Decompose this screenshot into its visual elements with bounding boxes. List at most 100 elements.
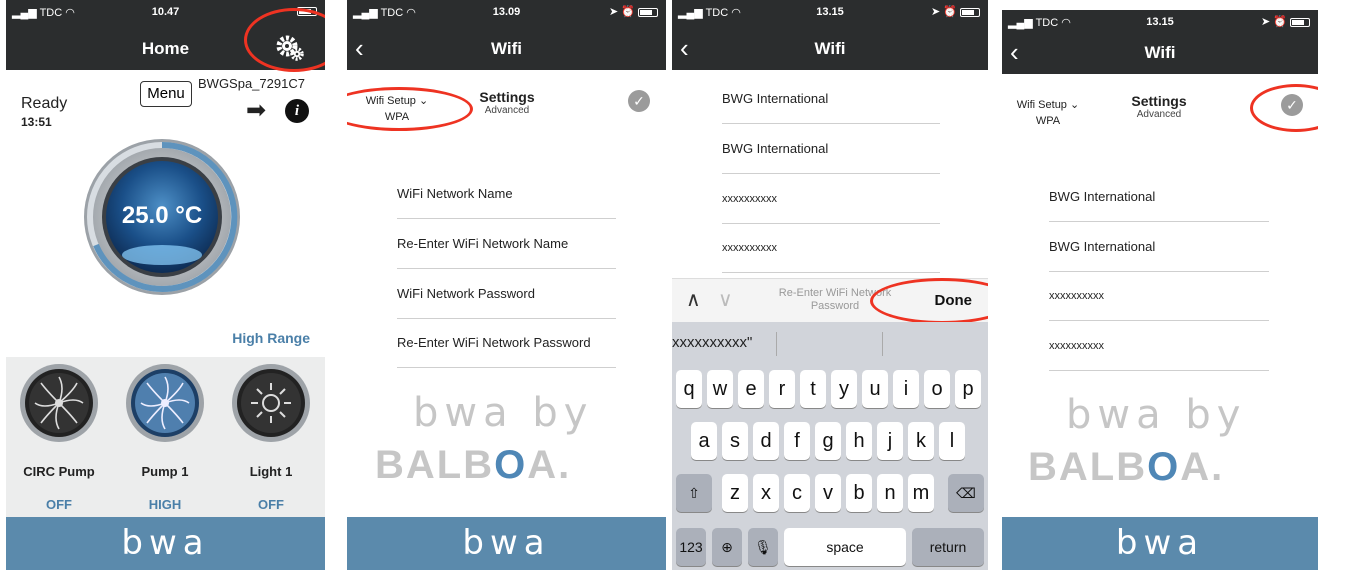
key-x[interactable]: x xyxy=(753,474,779,512)
temperature-dial[interactable]: 25.0 °C xyxy=(82,137,242,297)
location-icon: ➤ xyxy=(1261,16,1271,28)
pump-icon[interactable] xyxy=(19,363,99,443)
suggestion-item[interactable]: xxxxxxxxxx" xyxy=(672,334,752,351)
control-label: Light 1 xyxy=(249,464,293,479)
key-d[interactable]: d xyxy=(753,422,779,460)
wifi-screen-filled: ▂▄▆ TDC ◠ 13.15 ➤ ⏰ ‹ Wifi Wifi Setup ⌄ … xyxy=(1002,0,1318,570)
wifi-setup-highlight xyxy=(347,87,473,131)
control-state: HIGH xyxy=(148,497,182,512)
wifi-password-confirm-field[interactable]: xxxxxxxxxx xyxy=(1049,321,1269,371)
device-name: BWGSpa_7291C7 xyxy=(198,76,305,91)
battery-icon xyxy=(960,7,980,17)
key-z[interactable]: z xyxy=(722,474,748,512)
key-r[interactable]: r xyxy=(769,370,795,408)
key-f[interactable]: f xyxy=(784,422,810,460)
pump-icon[interactable] xyxy=(125,363,205,443)
control-light-1[interactable]: Light 1 OFF xyxy=(221,363,321,512)
check-highlight xyxy=(1250,84,1318,132)
nav-bar: ‹ Wifi xyxy=(1002,34,1318,74)
return-key[interactable]: return xyxy=(912,528,984,566)
bwa-logo: bwa xyxy=(347,517,666,570)
key-k[interactable]: k xyxy=(908,422,934,460)
wifi-screen-keyboard: ▂▄▆ TDC ◠ 13.15 ➤ ⏰ ‹ Wifi BWG Internati… xyxy=(672,0,988,570)
bwa-logo: bwa xyxy=(6,517,325,570)
key-n[interactable]: n xyxy=(877,474,903,512)
microphone-icon[interactable]: 🎙 xyxy=(748,528,778,566)
nav-bar: ‹ Wifi xyxy=(672,30,988,70)
chevron-down-icon[interactable]: ∨ xyxy=(718,287,733,312)
alarm-icon: ⏰ xyxy=(621,6,635,18)
key-m[interactable]: m xyxy=(908,474,934,512)
shift-key-icon[interactable]: ⇧ xyxy=(676,474,712,512)
balboa-logo: BALBOA. xyxy=(1028,445,1225,489)
clock-time: 13:51 xyxy=(21,115,52,129)
alarm-icon: ⏰ xyxy=(943,6,957,18)
key-c[interactable]: c xyxy=(784,474,810,512)
range-label[interactable]: High Range xyxy=(232,330,310,346)
wifi-name-field[interactable]: BWG International xyxy=(722,74,940,124)
key-w[interactable]: w xyxy=(707,370,733,408)
location-icon: ➤ xyxy=(609,6,619,18)
location-icon: ➤ xyxy=(931,6,941,18)
alarm-icon: ⏰ xyxy=(1273,16,1287,28)
page-title: Wifi xyxy=(1144,43,1176,62)
key-s[interactable]: s xyxy=(722,422,748,460)
key-j[interactable]: j xyxy=(877,422,903,460)
light-icon[interactable] xyxy=(231,363,311,443)
menu-button[interactable]: Menu xyxy=(140,81,192,107)
wifi-name-confirm-field[interactable]: Re-Enter WiFi Network Name xyxy=(397,219,616,269)
control-circ-pump[interactable]: CIRC Pump OFF xyxy=(9,363,109,512)
wifi-password-confirm-field[interactable]: Re-Enter WiFi Network Password xyxy=(397,318,616,368)
control-pump-1[interactable]: Pump 1 HIGH xyxy=(115,363,215,512)
control-label: Pump 1 xyxy=(141,464,189,479)
wifi-screen-empty: ▂▄▆ TDC ◠ 13.09 ➤ ⏰ ‹ Wifi Wifi Setup ⌄ … xyxy=(347,0,666,570)
numbers-key[interactable]: 123 xyxy=(676,528,706,566)
wifi-password-field[interactable]: xxxxxxxxxx xyxy=(1049,271,1269,321)
info-icon[interactable]: i xyxy=(285,99,309,123)
key-e[interactable]: e xyxy=(738,370,764,408)
home-screen: ▂▄▆ TDC ◠ 10.47 Home Ready 13:51 Menu BW… xyxy=(6,0,325,570)
page-title: Wifi xyxy=(490,39,522,58)
wifi-password-field[interactable]: WiFi Network Password xyxy=(397,269,616,319)
globe-icon[interactable]: ⊕ xyxy=(712,528,742,566)
balboa-logo: BALBOA. xyxy=(375,443,572,487)
wifi-name-confirm-field[interactable]: BWG International xyxy=(1049,222,1269,272)
backspace-key-icon[interactable]: ⌫ xyxy=(948,474,984,512)
nav-bar: ‹ Wifi xyxy=(347,30,666,70)
status-ready: Ready xyxy=(21,95,68,112)
tab-wifi-setup[interactable]: Wifi Setup ⌄ WPA xyxy=(1008,98,1088,127)
key-q[interactable]: q xyxy=(676,370,702,408)
wifi-name-confirm-field[interactable]: BWG International xyxy=(722,124,940,174)
key-v[interactable]: v xyxy=(815,474,841,512)
battery-icon xyxy=(1290,17,1310,27)
key-a[interactable]: a xyxy=(691,422,717,460)
brand-text: bwa by xyxy=(1066,392,1247,438)
key-u[interactable]: u xyxy=(862,370,888,408)
temperature-value: 25.0 °C xyxy=(122,202,202,229)
key-b[interactable]: b xyxy=(846,474,872,512)
wifi-password-confirm-field[interactable]: xxxxxxxxxx xyxy=(722,223,940,273)
key-p[interactable]: p xyxy=(955,370,981,408)
control-label: CIRC Pump xyxy=(23,464,95,479)
wifi-name-field[interactable]: WiFi Network Name xyxy=(397,169,616,219)
key-h[interactable]: h xyxy=(846,422,872,460)
wifi-password-field[interactable]: xxxxxxxxxx xyxy=(722,174,940,224)
key-g[interactable]: g xyxy=(815,422,841,460)
key-y[interactable]: y xyxy=(831,370,857,408)
brand-text: bwa by xyxy=(413,390,594,436)
tab-settings-advanced[interactable]: Settings Advanced xyxy=(1119,93,1199,120)
key-l[interactable]: l xyxy=(939,422,965,460)
tab-settings-advanced[interactable]: Settings Advanced xyxy=(467,89,547,116)
keyboard-suggestions: xxxxxxxxxx" xyxy=(672,322,988,366)
key-t[interactable]: t xyxy=(800,370,826,408)
bwa-logo: bwa xyxy=(1002,517,1318,570)
status-bar: ▂▄▆ TDC ◠ 13.15 ➤ ⏰ xyxy=(672,0,988,30)
wifi-name-field[interactable]: BWG International xyxy=(1049,172,1269,222)
chevron-up-icon[interactable]: ∧ xyxy=(686,287,701,312)
space-key[interactable]: space xyxy=(784,528,906,566)
arrow-right-icon[interactable]: ➡ xyxy=(246,96,266,125)
key-o[interactable]: o xyxy=(924,370,950,408)
check-icon[interactable]: ✓ xyxy=(628,90,650,112)
key-i[interactable]: i xyxy=(893,370,919,408)
page-title: Wifi xyxy=(814,39,846,58)
